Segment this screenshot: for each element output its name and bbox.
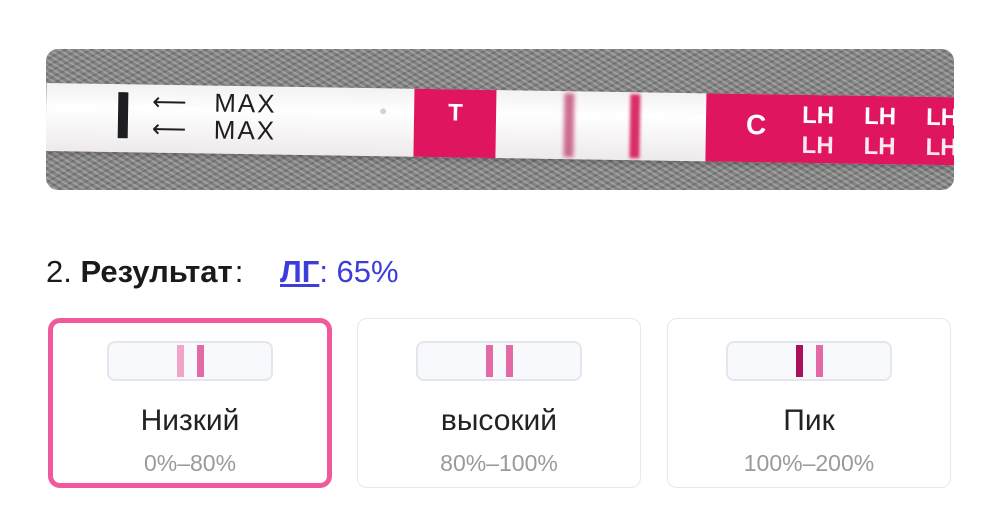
strip-lh-area: C LH LH LH LH LH LH [705, 93, 954, 166]
lh-label: LH [801, 131, 834, 160]
result-colon: : [234, 254, 244, 289]
level-card-high[interactable]: высокий 80%–100% [357, 318, 641, 488]
arrow-left-icon: ⟵ [152, 87, 187, 117]
lh-label: LH [925, 103, 954, 132]
level-card-low[interactable]: Низкий 0%–80% [48, 318, 332, 488]
lg-link[interactable]: ЛГ [280, 254, 319, 289]
lh-label: LH [801, 101, 835, 130]
section-number: 2. [46, 254, 72, 289]
mini-test-line [486, 345, 493, 377]
lh-label: LH [925, 133, 954, 162]
level-card-peak[interactable]: Пик 100%–200% [667, 318, 951, 488]
strip-t-marker: T [413, 88, 497, 159]
lh-label: LH [863, 132, 896, 161]
lh-test-strip: ⟵ ⟵ MAX MAX T C LH LH LH LH LH LH [46, 83, 954, 166]
test-line [563, 93, 575, 158]
mini-strip-icon [416, 341, 582, 381]
level-name: Пик [783, 404, 835, 437]
mini-test-line [177, 345, 184, 377]
mini-control-line [506, 345, 513, 377]
mini-control-line [816, 345, 823, 377]
max-label: MAX [214, 87, 277, 119]
lh-label: LH [863, 102, 897, 131]
test-strip-photo: ⟵ ⟵ MAX MAX T C LH LH LH LH LH LH [46, 49, 954, 190]
level-range: 80%–100% [440, 450, 558, 476]
mini-strip-icon [107, 341, 273, 381]
max-label: MAX [213, 114, 277, 146]
strip-handle-bar [117, 92, 129, 139]
mini-test-line [796, 345, 803, 377]
result-label: Результат [80, 254, 233, 289]
lg-value: : 65% [319, 254, 399, 289]
result-heading: 2. Результат: ЛГ: 65% [46, 252, 399, 292]
level-name: Низкий [140, 404, 240, 437]
t-label: T [447, 99, 463, 127]
c-label: C [745, 108, 767, 141]
mini-control-line [197, 345, 204, 377]
level-range: 100%–200% [743, 450, 875, 476]
control-line [629, 94, 641, 159]
strip-dot [380, 108, 387, 115]
level-name: высокий [440, 404, 558, 437]
mini-strip-icon [726, 341, 892, 381]
level-range: 0%–80% [143, 450, 237, 476]
arrow-left-icon: ⟵ [151, 114, 187, 144]
